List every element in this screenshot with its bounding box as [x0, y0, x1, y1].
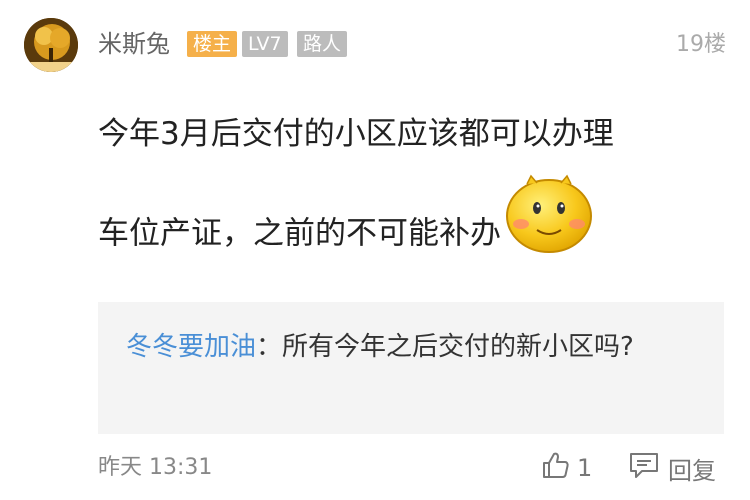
quote-body: 所有今年之后交付的新小区吗? [282, 332, 634, 362]
reply-label: 回复 [668, 456, 716, 485]
content-line: 今年3月后交付的小区应该都可以办理 [98, 116, 614, 152]
quote-text-block: 冬冬要加油：所有今年之后交付的新小区吗? [126, 324, 696, 370]
content-line: 车位产证，之前的不可能补办 [98, 215, 501, 252]
reply-button[interactable]: 回复 [628, 451, 716, 485]
rank-badge: 路人 [297, 31, 348, 57]
thumbs-up-icon [541, 450, 577, 486]
level-badge: LV7 [242, 31, 288, 57]
quoted-reply[interactable]: 冬冬要加油：所有今年之后交付的新小区吗? [98, 302, 724, 434]
content-line-with-emoji: 车位产证，之前的不可能补办 [98, 174, 708, 272]
avatar[interactable] [24, 18, 78, 72]
host-badge: 楼主 [187, 31, 238, 57]
smiley-blush-emoji-icon [503, 172, 593, 290]
like-button[interactable]: 1 [541, 451, 592, 485]
like-count: 1 [577, 454, 593, 482]
username[interactable]: 米斯兔 [98, 28, 170, 60]
quote-username[interactable]: 冬冬要加油 [126, 332, 256, 362]
comment-icon [628, 450, 668, 486]
post-content: 今年3月后交付的小区应该都可以办理 车位产证，之前的不可能补办 [98, 88, 708, 272]
floor-number: 19楼 [676, 32, 726, 57]
quote-separator: ： [256, 332, 283, 362]
post-time: 昨天 13:31 [98, 455, 213, 480]
